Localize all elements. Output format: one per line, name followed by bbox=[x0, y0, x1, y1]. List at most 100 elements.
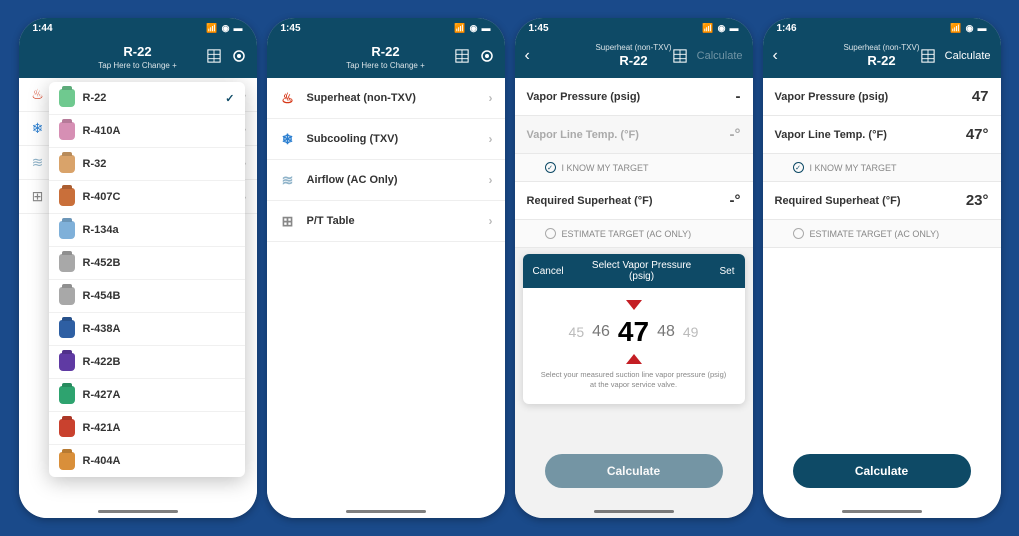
home-indicator[interactable] bbox=[98, 510, 178, 513]
status-bar: 1:45 📶◉▬ bbox=[267, 18, 505, 38]
snowflake-icon: ❄ bbox=[279, 130, 297, 148]
check-circle-icon bbox=[545, 162, 556, 173]
refrigerant-option[interactable]: R-407C bbox=[49, 181, 245, 214]
wifi-icon: ◉ bbox=[222, 23, 230, 34]
refrigerant-option[interactable]: R-410A bbox=[49, 115, 245, 148]
vapor-pressure-field[interactable]: Vapor Pressure (psig)- bbox=[515, 78, 753, 116]
arrow-down-icon bbox=[626, 300, 642, 310]
picker-cancel[interactable]: Cancel bbox=[533, 266, 564, 277]
phone-screen-1: 1:44 📶◉▬ R-22 Tap Here to Change + ♨› ❄›… bbox=[19, 18, 257, 518]
wifi-icon: ◉ bbox=[718, 23, 726, 34]
refrigerant-title: R-22 bbox=[619, 53, 647, 68]
phone-screen-3: 1:45 📶◉▬ ‹ Superheat (non-TXV) R-22 Calc… bbox=[515, 18, 753, 518]
menu-pt-table[interactable]: ⊞P/T Table› bbox=[267, 201, 505, 242]
vapor-pressure-field[interactable]: Vapor Pressure (psig)47 bbox=[763, 78, 1001, 116]
clock: 1:46 bbox=[777, 23, 797, 34]
picker-wheel[interactable]: 45 46 47 48 49 bbox=[523, 310, 745, 354]
chevron-right-icon: › bbox=[489, 91, 493, 105]
flame-icon: ♨ bbox=[29, 86, 47, 104]
snowflake-icon: ❄ bbox=[29, 120, 47, 138]
pt-table-icon[interactable] bbox=[207, 49, 221, 63]
app-header: ‹ Superheat (non-TXV) R-22 Calculate bbox=[763, 38, 1001, 78]
vapor-line-temp-field[interactable]: Vapor Line Temp. (°F)-° bbox=[515, 116, 753, 154]
phone-screen-4: 1:46 📶◉▬ ‹ Superheat (non-TXV) R-22 Calc… bbox=[763, 18, 1001, 518]
gear-icon[interactable] bbox=[231, 48, 247, 64]
clock: 1:45 bbox=[529, 23, 549, 34]
refrigerant-option[interactable]: R-404A bbox=[49, 445, 245, 477]
vapor-line-temp-field[interactable]: Vapor Line Temp. (°F)47° bbox=[763, 116, 1001, 154]
signal-icon: 📶 bbox=[454, 23, 465, 34]
content-area: Vapor Pressure (psig)47 Vapor Line Temp.… bbox=[763, 78, 1001, 518]
home-indicator[interactable] bbox=[594, 510, 674, 513]
wind-icon: ≋ bbox=[29, 154, 47, 172]
refrigerant-option[interactable]: R-427A bbox=[49, 379, 245, 412]
tank-icon bbox=[59, 320, 75, 338]
tank-icon bbox=[59, 221, 75, 239]
refrigerant-option[interactable]: R-22✓ bbox=[49, 82, 245, 115]
refrigerant-dropdown: R-22✓ R-410A R-32 R-407C R-134a R-452B R… bbox=[49, 82, 245, 477]
estimate-target-option[interactable]: ESTIMATE TARGET (AC ONLY) bbox=[515, 220, 753, 248]
status-bar: 1:46 📶◉▬ bbox=[763, 18, 1001, 38]
i-know-target-option[interactable]: I KNOW MY TARGET bbox=[515, 154, 753, 182]
refrigerant-title: R-22 bbox=[371, 44, 399, 59]
chevron-right-icon: › bbox=[489, 173, 493, 187]
refrigerant-option[interactable]: R-422B bbox=[49, 346, 245, 379]
home-indicator[interactable] bbox=[842, 510, 922, 513]
refrigerant-option[interactable]: R-421A bbox=[49, 412, 245, 445]
menu-superheat[interactable]: ♨Superheat (non-TXV)› bbox=[267, 78, 505, 119]
battery-icon: ▬ bbox=[978, 23, 987, 33]
wifi-icon: ◉ bbox=[470, 23, 478, 34]
calculate-button[interactable]: Calculate bbox=[793, 454, 971, 488]
check-circle-icon bbox=[793, 162, 804, 173]
refrigerant-option[interactable]: R-454B bbox=[49, 280, 245, 313]
required-superheat-field[interactable]: Required Superheat (°F)23° bbox=[763, 182, 1001, 220]
refrigerant-title: R-22 bbox=[867, 53, 895, 68]
tank-icon bbox=[59, 353, 75, 371]
clock: 1:45 bbox=[281, 23, 301, 34]
status-icons: 📶 ◉ ▬ bbox=[206, 23, 242, 34]
value-picker: Cancel Select Vapor Pressure(psig) Set 4… bbox=[523, 254, 745, 404]
wind-icon: ≋ bbox=[279, 171, 297, 189]
content-area: ♨Superheat (non-TXV)› ❄Subcooling (TXV)›… bbox=[267, 78, 505, 518]
tank-icon bbox=[59, 254, 75, 272]
content-area: Vapor Pressure (psig)- Vapor Line Temp. … bbox=[515, 78, 753, 518]
tank-icon bbox=[59, 155, 75, 173]
menu-subcooling[interactable]: ❄Subcooling (TXV)› bbox=[267, 119, 505, 160]
estimate-target-option[interactable]: ESTIMATE TARGET (AC ONLY) bbox=[763, 220, 1001, 248]
status-icons: 📶◉▬ bbox=[702, 23, 738, 34]
check-icon: ✓ bbox=[225, 92, 234, 105]
tank-icon bbox=[59, 419, 75, 437]
signal-icon: 📶 bbox=[206, 23, 217, 34]
status-icons: 📶◉▬ bbox=[950, 23, 986, 34]
refrigerant-option[interactable]: R-438A bbox=[49, 313, 245, 346]
arrow-up-icon bbox=[626, 354, 642, 364]
pt-table-icon[interactable] bbox=[673, 49, 687, 63]
refrigerant-option[interactable]: R-32 bbox=[49, 148, 245, 181]
phone-screen-2: 1:45 📶◉▬ R-22 Tap Here to Change + ♨Supe… bbox=[267, 18, 505, 518]
refrigerant-option[interactable]: R-134a bbox=[49, 214, 245, 247]
i-know-target-option[interactable]: I KNOW MY TARGET bbox=[763, 154, 1001, 182]
pt-table-icon[interactable] bbox=[455, 49, 469, 63]
picker-set[interactable]: Set bbox=[719, 266, 734, 277]
refrigerant-option[interactable]: R-452B bbox=[49, 247, 245, 280]
home-indicator[interactable] bbox=[346, 510, 426, 513]
flame-icon: ♨ bbox=[279, 89, 297, 107]
status-icons: 📶◉▬ bbox=[454, 23, 490, 34]
refrigerant-title: R-22 bbox=[123, 44, 151, 59]
chevron-right-icon: › bbox=[489, 214, 493, 228]
app-header: R-22 Tap Here to Change + bbox=[267, 38, 505, 78]
clock: 1:44 bbox=[33, 23, 53, 34]
calculate-link[interactable]: Calculate bbox=[945, 50, 991, 62]
circle-icon bbox=[545, 228, 556, 239]
calculate-button[interactable]: Calculate bbox=[545, 454, 723, 488]
pt-table-icon[interactable] bbox=[921, 49, 935, 63]
calculate-link[interactable]: Calculate bbox=[697, 50, 743, 62]
app-header: ‹ Superheat (non-TXV) R-22 Calculate bbox=[515, 38, 753, 78]
tank-icon bbox=[59, 122, 75, 140]
menu-airflow[interactable]: ≋Airflow (AC Only)› bbox=[267, 160, 505, 201]
gear-icon[interactable] bbox=[479, 48, 495, 64]
battery-icon: ▬ bbox=[234, 23, 243, 33]
wifi-icon: ◉ bbox=[966, 23, 974, 34]
grid-icon: ⊞ bbox=[29, 188, 47, 206]
required-superheat-field[interactable]: Required Superheat (°F)-° bbox=[515, 182, 753, 220]
